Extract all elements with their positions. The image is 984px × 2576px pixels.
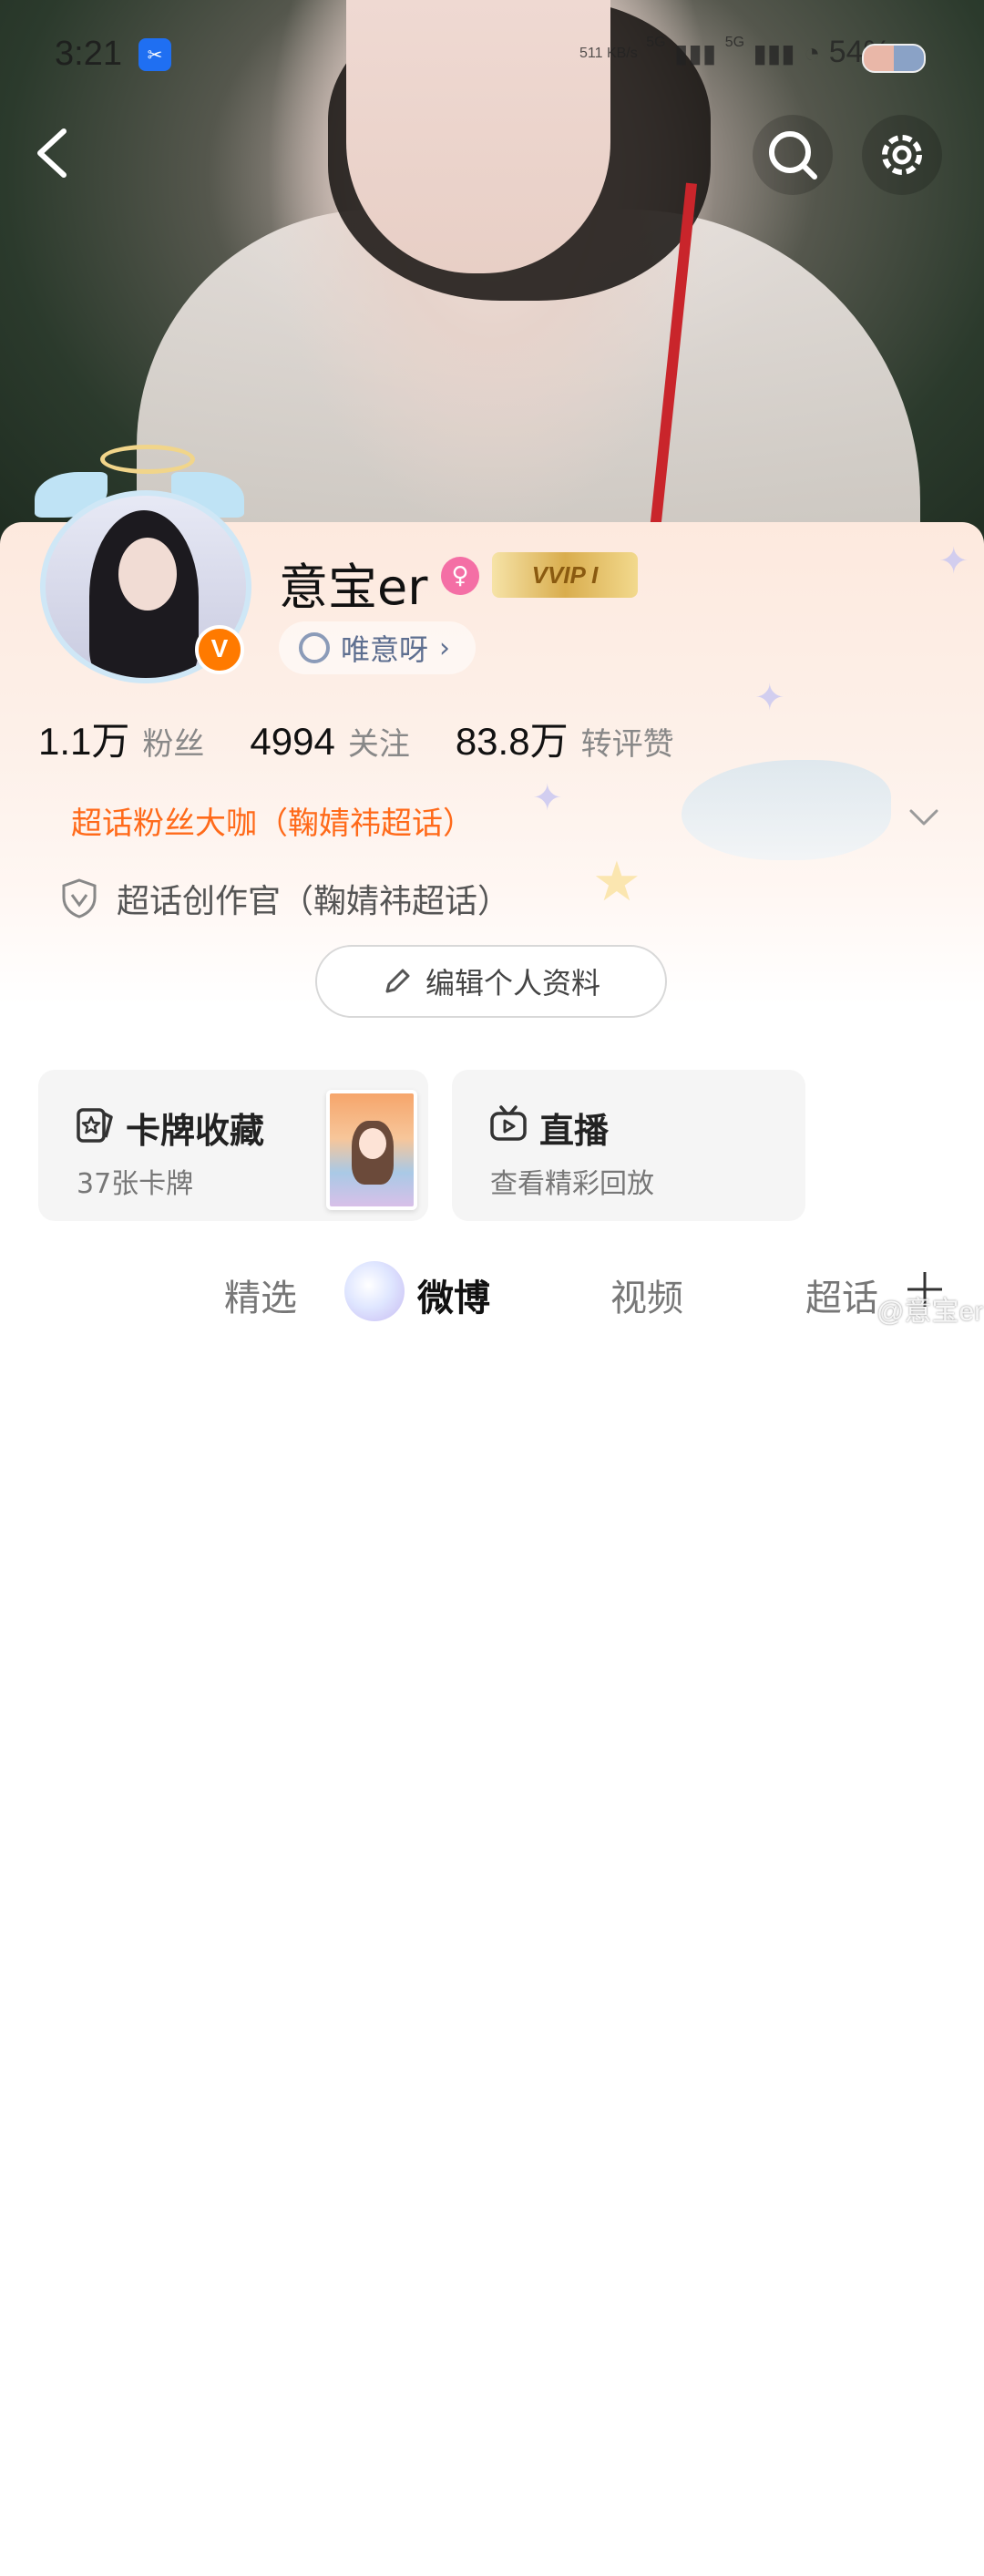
tab-video[interactable]: 视频 <box>610 1268 683 1321</box>
battery-icon <box>862 44 926 73</box>
sparkle-decoration: ✦ <box>532 777 563 819</box>
status-time: 3:21 <box>55 35 122 73</box>
creator-title-row[interactable]: 超话创作官（鞠婧祎超话） <box>60 875 510 922</box>
screen-record-icon: ✂ <box>138 38 171 71</box>
sparkle-decoration: ✦ <box>938 540 969 582</box>
avatar-frame[interactable]: V <box>35 445 251 693</box>
card-collection-icon <box>77 1108 113 1143</box>
pencil-icon <box>385 969 410 993</box>
chevron-right-icon: › <box>439 631 451 664</box>
card-collection-tile[interactable]: 卡牌收藏 37张卡牌 <box>38 1070 428 1221</box>
stat-value: 83.8万 <box>455 720 569 763</box>
stat-followers[interactable]: 1.1万 粉丝 <box>38 711 204 766</box>
fan-club-chip[interactable]: 唯意呀 › <box>279 621 477 674</box>
signal-5g-1: 5G <box>646 35 666 50</box>
super-topic-badge[interactable]: 超话粉丝大咖（鞠婧祎超话） <box>71 798 474 843</box>
live-title: 直播 <box>539 1111 610 1151</box>
card-collection-subtitle: 37张卡牌 <box>77 1168 194 1200</box>
halo-decoration <box>100 445 195 474</box>
shield-icon <box>62 878 97 919</box>
live-tile[interactable]: 直播 查看精彩回放 <box>452 1070 805 1221</box>
signal-bars-icon: ▮▮▮ <box>674 39 717 67</box>
chevron-down-icon <box>909 809 938 826</box>
profile-tabs: 精选 微博 视频 超话 <box>0 1248 984 2576</box>
tab-featured[interactable]: 精选 <box>224 1268 297 1321</box>
gear-icon <box>882 135 922 175</box>
verified-badge: V <box>195 625 244 674</box>
wifi-icon: ◔ <box>804 38 821 68</box>
stat-value: 4994 <box>250 720 335 763</box>
settings-button[interactable] <box>862 115 942 195</box>
edit-profile-button[interactable]: 编辑个人资料 <box>315 945 667 1018</box>
stat-interactions[interactable]: 83.8万 转评赞 <box>456 711 674 766</box>
thumbnail-figure-face <box>359 1128 386 1159</box>
star-decoration: ★ <box>592 850 641 914</box>
status-indicators: 511 KB/s 5G ▮▮▮ 5G ▮▮▮ ◔ 54% <box>579 35 891 70</box>
tab-weibo[interactable]: 微博 <box>417 1268 490 1321</box>
lollipop-icon <box>299 632 330 663</box>
back-button[interactable] <box>27 124 86 182</box>
stat-label: 粉丝 <box>142 726 205 763</box>
search-icon <box>769 131 817 180</box>
live-subtitle: 查看精彩回放 <box>490 1168 654 1200</box>
card-thumbnail <box>326 1090 417 1210</box>
search-button[interactable] <box>753 115 833 195</box>
mascot-icon <box>344 1261 405 1321</box>
stat-value: 1.1万 <box>38 720 130 763</box>
network-speed: 511 KB/s <box>579 46 638 62</box>
chevron-left-icon <box>37 128 67 178</box>
expand-button[interactable] <box>906 798 942 835</box>
status-bar: 3:21 ✂ 511 KB/s 5G ▮▮▮ 5G ▮▮▮ ◔ 54% <box>0 18 984 91</box>
profile-stats: 1.1万 粉丝 4994 关注 83.8万 转评赞 <box>38 711 720 766</box>
vip-badge[interactable]: VVIP I <box>492 552 638 598</box>
username: 意宝er <box>279 559 428 616</box>
tv-icon <box>490 1105 527 1141</box>
signal-5g-2: 5G <box>724 35 745 50</box>
stat-label: 转评赞 <box>580 726 674 763</box>
signal-bars-icon-2: ▮▮▮ <box>753 39 795 67</box>
avatar-face-shape <box>118 538 177 611</box>
tab-super-topic[interactable]: 超话 <box>805 1268 878 1321</box>
female-icon: ♀ <box>441 557 479 595</box>
creator-title: 超话创作官（鞠婧祎超话） <box>117 883 511 920</box>
tabs-fade-overlay <box>864 2497 984 2576</box>
edit-profile-label: 编辑个人资料 <box>425 966 600 1001</box>
stat-label: 关注 <box>347 726 410 763</box>
card-collection-title: 卡牌收藏 <box>126 1111 265 1151</box>
stat-following[interactable]: 4994 关注 <box>250 719 409 764</box>
fan-club-name: 唯意呀 <box>341 632 429 667</box>
watermark: @意宝er <box>876 1297 984 1327</box>
sparkle-decoration: ✦ <box>754 677 785 719</box>
